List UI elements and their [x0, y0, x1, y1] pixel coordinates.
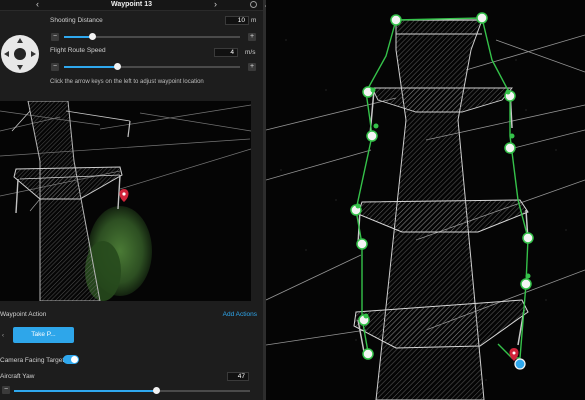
waypoint-marker[interactable] — [356, 238, 368, 250]
waypoint-marker[interactable] — [504, 142, 516, 154]
flight-speed-minus[interactable]: − — [51, 63, 59, 71]
flight-speed-unit: m/s — [245, 49, 256, 56]
waypoint-marker[interactable] — [520, 278, 532, 290]
arrow-left-icon[interactable] — [4, 51, 9, 57]
flight-speed-slider[interactable] — [64, 63, 240, 70]
tower-model — [353, 19, 529, 400]
camera-facing-target-label: Camera Facing Target — [0, 357, 65, 364]
shooting-distance-fill — [64, 36, 93, 38]
selected-waypoint-marker[interactable] — [514, 358, 526, 370]
next-waypoint-button[interactable]: › — [214, 0, 217, 9]
aircraft-yaw-thumb[interactable] — [152, 387, 160, 394]
flight-speed-thumb[interactable] — [113, 63, 121, 70]
aircraft-yaw-minus[interactable]: − — [2, 386, 10, 394]
waypoint-action-label: Waypoint Action — [0, 311, 47, 318]
camera-preview — [0, 101, 251, 301]
aircraft-yaw-slider[interactable] — [14, 387, 250, 394]
aircraft-yaw-fill — [14, 390, 156, 392]
waypoint-title: Waypoint 13 — [111, 1, 152, 8]
arrow-down-icon[interactable] — [17, 65, 23, 70]
route-3d-view[interactable] — [266, 0, 585, 400]
panel-header: ‹ Waypoint 13 › — [0, 0, 263, 11]
arrow-up-icon[interactable] — [17, 38, 23, 43]
aircraft-yaw-input[interactable]: 47 — [227, 372, 249, 381]
waypoint-marker[interactable] — [362, 348, 374, 360]
flight-speed-label: Flight Route Speed — [50, 47, 106, 54]
waypoint-marker[interactable] — [522, 232, 534, 244]
shooting-distance-label: Shooting Distance — [50, 17, 103, 24]
flight-speed-input[interactable]: 4 — [214, 48, 238, 57]
settings-icon[interactable] — [250, 1, 257, 8]
flight-speed-fill — [64, 66, 117, 68]
flight-speed-plus[interactable]: + — [248, 63, 256, 71]
shooting-distance-minus[interactable]: − — [51, 33, 59, 41]
shooting-distance-unit: m — [251, 17, 257, 24]
waypoint-marker[interactable] — [366, 130, 378, 142]
waypoint-panel: ‹ Waypoint 13 › Shooting Distance 10 m −… — [0, 0, 263, 400]
direction-pad-center[interactable] — [14, 48, 26, 60]
aircraft-yaw-label: Aircraft Yaw — [0, 373, 35, 380]
take-photo-action-button[interactable]: Take P... — [13, 327, 74, 343]
shooting-distance-slider[interactable] — [64, 33, 240, 40]
add-actions-link[interactable]: Add Actions — [223, 311, 257, 318]
waypoint-marker[interactable] — [390, 14, 402, 26]
target-pin-icon — [509, 348, 519, 361]
camera-facing-target-toggle[interactable] — [63, 355, 79, 364]
preview-target-marker — [119, 189, 129, 202]
arrow-keys-hint: Click the arrow keys on the left to adju… — [50, 79, 204, 85]
shooting-distance-thumb[interactable] — [89, 33, 97, 40]
shooting-distance-input[interactable]: 10 — [225, 16, 249, 25]
shooting-distance-plus[interactable]: + — [248, 33, 256, 41]
direction-pad[interactable] — [1, 35, 39, 73]
arrow-right-icon[interactable] — [31, 51, 36, 57]
waypoint-marker[interactable] — [476, 12, 488, 24]
actions-scroll-left-icon[interactable]: ‹ — [2, 333, 4, 339]
